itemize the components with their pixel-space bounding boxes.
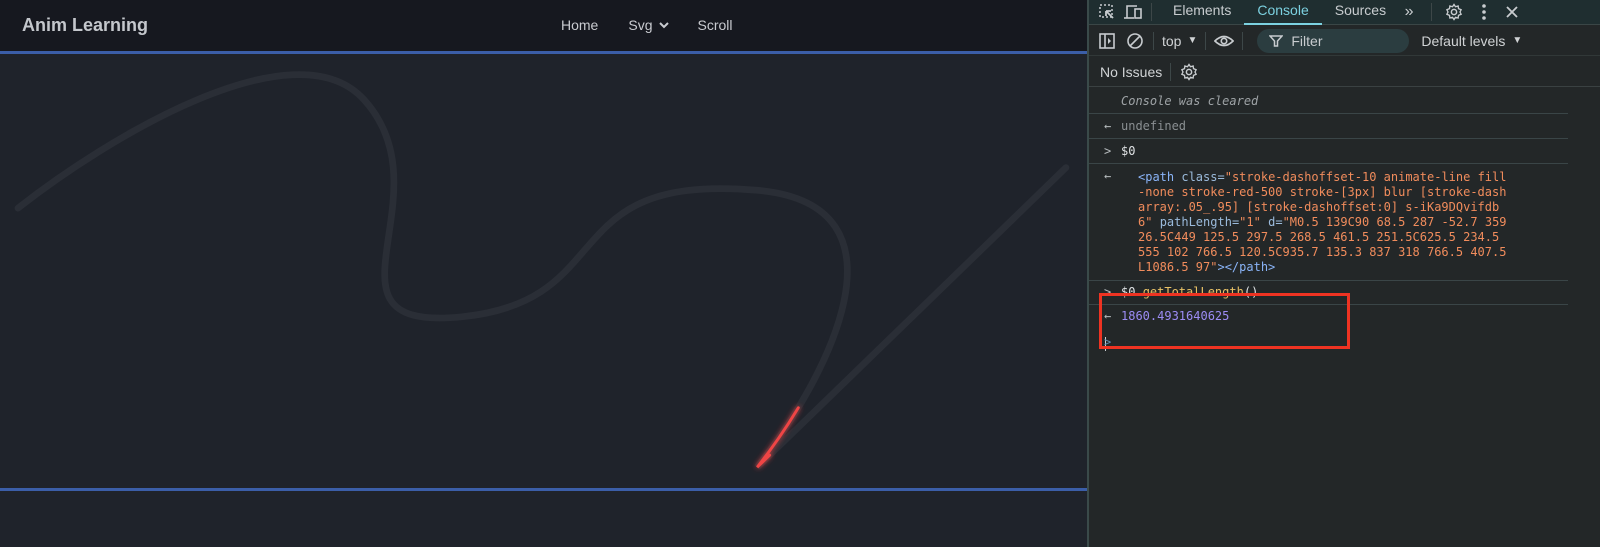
console-result-element[interactable]: ← <path class="stroke-dashoffset-10 anim…	[1089, 164, 1568, 281]
result-value: undefined	[1121, 119, 1187, 133]
context-selector[interactable]: top ▼	[1162, 33, 1197, 49]
tag-open: <path	[1138, 170, 1182, 184]
filter-funnel-icon	[1269, 34, 1284, 47]
input-prompt-icon: >	[1104, 144, 1112, 158]
devtools-panel: Elements Console Sources » top ▼ Filter …	[1087, 0, 1600, 547]
console-result: ← undefined	[1089, 114, 1568, 139]
html-element-output[interactable]: <path class="stroke-dashoffset-10 animat…	[1121, 170, 1568, 275]
dropdown-arrow-icon: ▼	[1512, 35, 1523, 46]
separator	[1151, 3, 1152, 21]
dropdown-arrow-icon: ▼	[1187, 35, 1198, 46]
separator	[1242, 31, 1244, 50]
log-levels-dropdown[interactable]: Default levels ▼	[1421, 33, 1522, 49]
filter-input[interactable]: Filter	[1257, 28, 1410, 53]
separator	[1153, 31, 1154, 50]
console-input: > $0	[1089, 139, 1568, 164]
attr-pathlength-name: pathLength	[1159, 215, 1232, 229]
result-arrow-icon: ←	[1104, 169, 1112, 183]
log-levels-label: Default levels	[1421, 32, 1506, 49]
separator	[1431, 3, 1433, 21]
annotation-highlight-box	[1099, 293, 1350, 349]
inspect-element-icon[interactable]	[1097, 3, 1117, 21]
input-text: $0	[1121, 144, 1136, 158]
issues-count[interactable]: No Issues	[1100, 64, 1162, 80]
console-toolbar: top ▼ Filter Default levels ▼	[1089, 26, 1600, 56]
separator	[1170, 62, 1172, 81]
more-options-icon[interactable]	[1474, 3, 1494, 21]
live-expression-eye-icon[interactable]	[1214, 32, 1235, 50]
tab-console[interactable]: Console	[1244, 0, 1322, 25]
filter-placeholder: Filter	[1291, 32, 1323, 49]
more-tabs-icon[interactable]: »	[1399, 3, 1419, 21]
tab-sources[interactable]: Sources	[1322, 0, 1399, 25]
device-toolbar-icon[interactable]	[1123, 3, 1143, 21]
close-devtools-icon[interactable]	[1502, 3, 1522, 21]
settings-gear-icon[interactable]	[1444, 3, 1464, 21]
separator	[1205, 31, 1207, 50]
console-cleared-text: Console was cleared	[1121, 94, 1259, 108]
animated-red-line	[16, 73, 1068, 469]
tab-elements[interactable]: Elements	[1160, 0, 1244, 25]
attr-pathlength-value: "1"	[1239, 215, 1261, 229]
console-settings-gear-icon[interactable]	[1179, 62, 1199, 81]
context-label: top	[1162, 32, 1182, 49]
animation-canvas	[14, 71, 1070, 470]
console-message: Console was cleared	[1089, 88, 1568, 114]
devtools-tab-bar: Elements Console Sources »	[1089, 0, 1600, 25]
page: Anim Learning Home Svg Scroll	[0, 0, 1087, 547]
result-arrow-icon: ←	[1104, 119, 1112, 133]
curve-path-track	[14, 71, 1070, 470]
attr-class-name: class	[1181, 170, 1218, 184]
issues-bar: No Issues	[1089, 57, 1600, 87]
clear-console-icon[interactable]	[1125, 32, 1145, 50]
tag-close: ></path>	[1217, 260, 1276, 274]
sidebar-toggle-icon[interactable]	[1097, 32, 1117, 50]
